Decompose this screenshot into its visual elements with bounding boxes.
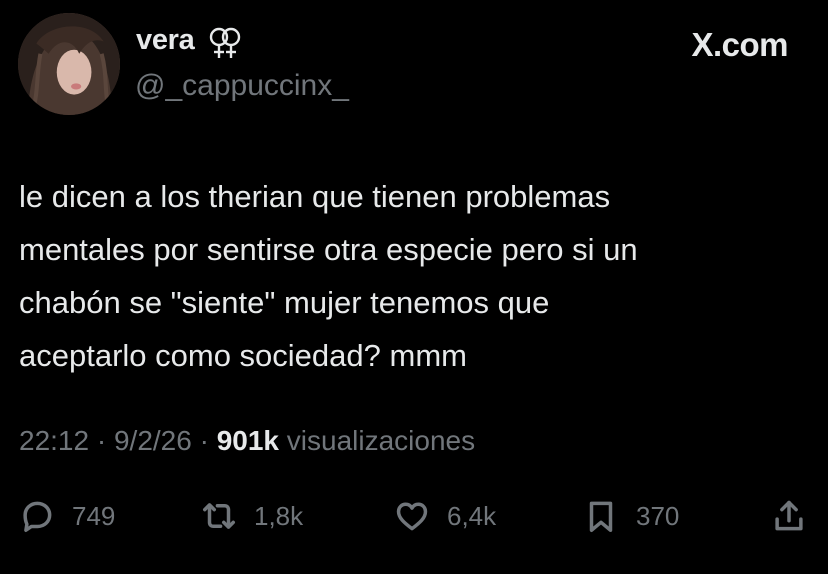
repost-count: 1,8k xyxy=(254,500,304,531)
bookmark-button[interactable]: 370 xyxy=(582,493,679,539)
like-count: 6,4k xyxy=(447,500,497,531)
avatar-photo xyxy=(18,13,120,115)
avatar[interactable] xyxy=(18,13,120,115)
tweet-text: le dicen a los therian que tienen proble… xyxy=(19,179,638,373)
reply-icon xyxy=(23,501,52,532)
bookmark-count: 370 xyxy=(636,500,680,531)
like-button[interactable]: 6,4k xyxy=(393,493,496,539)
share-icon xyxy=(775,500,803,531)
tweet-time[interactable]: 22:12 xyxy=(19,425,89,456)
x-brand-watermark: X.com xyxy=(691,26,788,63)
reply-button[interactable]: 749 xyxy=(18,493,115,539)
views-label: visualizaciones xyxy=(286,425,476,456)
bookmark-icon xyxy=(589,501,613,532)
reply-count: 749 xyxy=(72,500,116,531)
heart-icon xyxy=(396,502,428,531)
double-venus-symbol-icon xyxy=(209,27,241,58)
repost-button[interactable]: 1,8k xyxy=(200,493,303,539)
author-display-name[interactable]: vera xyxy=(136,24,195,57)
author-handle[interactable]: @_cappuccinx_ xyxy=(135,69,349,103)
tweet-date[interactable]: 9/2/26 xyxy=(114,425,192,456)
views-count: 901k xyxy=(216,425,280,456)
tweet-meta: 22:12 · 9/2/26 · 901k visualizaciones xyxy=(19,425,475,457)
action-bar: 749 1,8k 6,4k 370 xyxy=(0,493,828,541)
repost-icon xyxy=(203,503,235,529)
share-button[interactable] xyxy=(770,493,808,539)
meta-separator: · xyxy=(199,425,209,456)
meta-separator: · xyxy=(96,425,107,456)
